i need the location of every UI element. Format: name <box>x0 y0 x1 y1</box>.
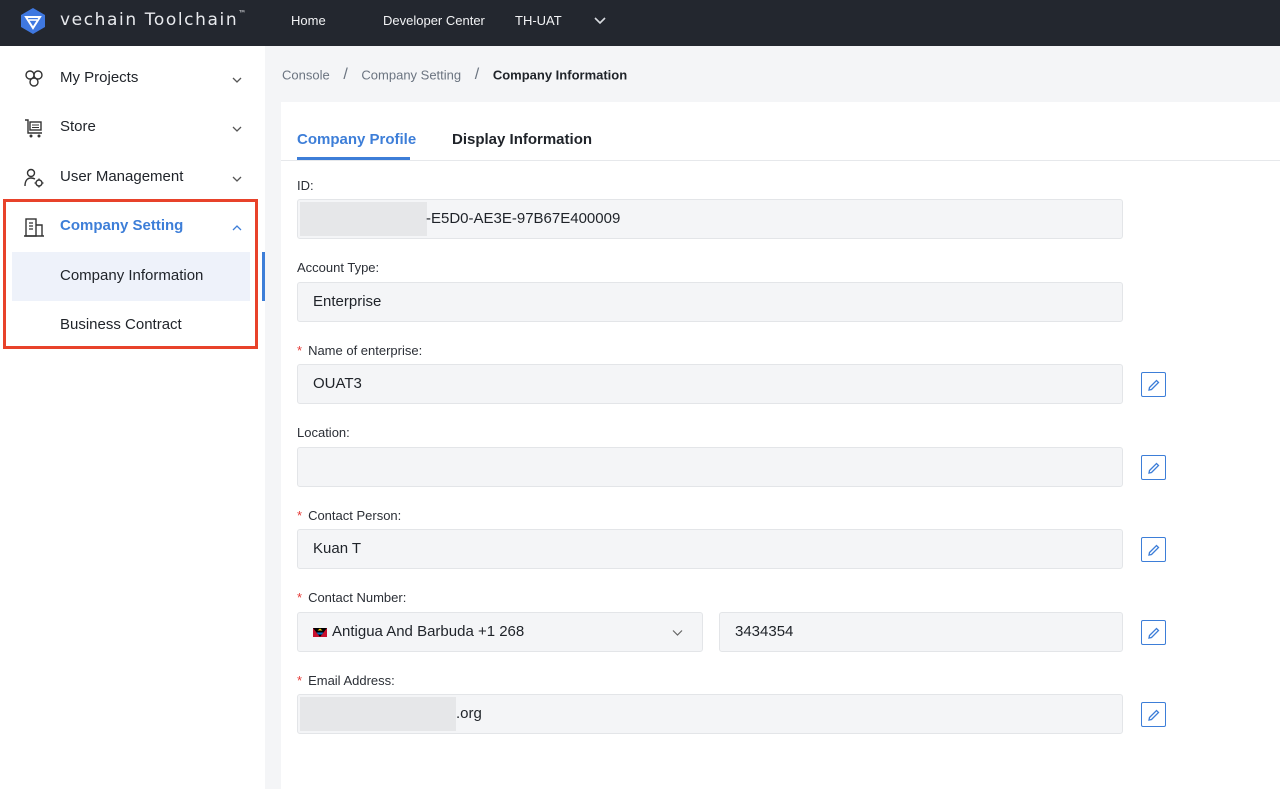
email-field[interactable]: .org <box>297 694 1123 734</box>
pencil-icon <box>1148 462 1160 474</box>
sidebar-item-label: Store <box>60 118 96 135</box>
contact-person-field[interactable]: Kuan T <box>297 529 1123 569</box>
id-field: -E5D0-AE3E-97B67E400009 <box>297 199 1123 239</box>
sidebar-item-company-setting[interactable]: Company Setting <box>0 202 258 252</box>
contact-person-label: * Contact Person: <box>297 508 402 523</box>
pencil-icon <box>1148 709 1160 721</box>
email-value: .org <box>456 705 482 722</box>
brand-name[interactable]: vechain Toolchain™ <box>60 9 246 30</box>
sidebar-item-label: Business Contract <box>60 316 182 333</box>
pencil-icon <box>1148 627 1160 639</box>
sidebar-subitem-business-contract[interactable]: Business Contract <box>12 301 250 350</box>
sidebar-item-label: User Management <box>60 168 184 185</box>
breadcrumb-console[interactable]: Console <box>282 68 330 83</box>
redaction-mask <box>300 697 456 731</box>
tab-company-profile[interactable]: Company Profile <box>297 131 416 148</box>
vechain-logo-icon[interactable] <box>20 7 46 35</box>
breadcrumb-separator: / <box>343 66 348 83</box>
tab-display-information[interactable]: Display Information <box>452 131 592 148</box>
edit-contact-number-button[interactable] <box>1141 620 1166 645</box>
chevron-down-icon <box>232 176 242 182</box>
environment-selector[interactable]: TH-UAT <box>515 13 562 28</box>
country-code-value: Antigua And Barbuda +1 268 <box>332 623 525 640</box>
required-mark: * <box>297 590 303 605</box>
chevron-down-icon <box>232 77 242 83</box>
edit-enterprise-name-button[interactable] <box>1141 372 1166 397</box>
edit-location-button[interactable] <box>1141 455 1166 480</box>
account-type-label: Account Type: <box>297 260 380 275</box>
country-code-select[interactable]: Antigua And Barbuda +1 268 <box>297 612 703 652</box>
account-type-field: Enterprise <box>297 282 1123 322</box>
sidebar-item-user-management[interactable]: User Management <box>0 153 258 203</box>
tab-bar: Company Profile Display Information <box>281 102 1280 161</box>
breadcrumb: Console / Company Setting / Company Info… <box>282 66 627 84</box>
pencil-icon <box>1148 544 1160 556</box>
top-navigation-bar: vechain Toolchain™ Home Developer Center… <box>0 0 1280 46</box>
active-tab-underline <box>297 157 410 160</box>
enterprise-name-field[interactable]: OUAT3 <box>297 364 1123 404</box>
sidebar-item-my-projects[interactable]: My Projects <box>0 54 258 104</box>
contact-person-value: Kuan T <box>313 540 362 557</box>
required-mark: * <box>297 673 303 688</box>
account-type-value: Enterprise <box>313 293 382 310</box>
projects-icon <box>25 70 43 87</box>
breadcrumb-separator: / <box>474 66 480 83</box>
phone-number-field[interactable]: 3434354 <box>719 612 1123 652</box>
chevron-down-icon <box>672 630 683 636</box>
company-profile-panel: Company Profile Display Information ID: … <box>281 102 1280 789</box>
chevron-down-icon <box>232 126 242 132</box>
sidebar-subitem-company-information[interactable]: Company Information <box>12 252 250 301</box>
sidebar: My Projects Store User Management Compan… <box>0 46 265 789</box>
edit-email-button[interactable] <box>1141 702 1166 727</box>
required-mark: * <box>297 508 303 523</box>
id-label: ID: <box>297 178 314 193</box>
location-label: Location: <box>297 425 350 440</box>
sidebar-item-label: Company Setting <box>60 217 184 234</box>
id-value: -E5D0-AE3E-97B67E400009 <box>426 210 621 227</box>
user-settings-icon <box>24 168 44 188</box>
redaction-mask <box>300 202 427 236</box>
contact-number-label: * Contact Number: <box>297 590 407 605</box>
phone-number-value: 3434354 <box>735 623 794 640</box>
edit-contact-person-button[interactable] <box>1141 537 1166 562</box>
required-mark: * <box>297 343 303 358</box>
breadcrumb-current: Company Information <box>492 67 628 83</box>
enterprise-name-label: * Name of enterprise: <box>297 343 423 358</box>
sidebar-item-label: My Projects <box>60 69 139 86</box>
enterprise-name-value: OUAT3 <box>313 375 362 392</box>
chevron-down-icon[interactable] <box>593 13 607 27</box>
breadcrumb-company-setting[interactable]: Company Setting <box>361 68 461 83</box>
active-indicator <box>262 252 265 301</box>
nav-developer-center[interactable]: Developer Center <box>383 13 485 28</box>
antigua-flag-icon <box>313 628 327 637</box>
sidebar-item-store[interactable]: Store <box>0 103 258 153</box>
nav-home[interactable]: Home <box>291 13 326 28</box>
cart-icon <box>25 119 42 138</box>
location-field[interactable] <box>297 447 1123 487</box>
email-label: * Email Address: <box>297 673 395 688</box>
pencil-icon <box>1148 379 1160 391</box>
building-icon <box>24 218 44 237</box>
chevron-up-icon <box>232 225 242 231</box>
sidebar-item-label: Company Information <box>60 267 204 284</box>
